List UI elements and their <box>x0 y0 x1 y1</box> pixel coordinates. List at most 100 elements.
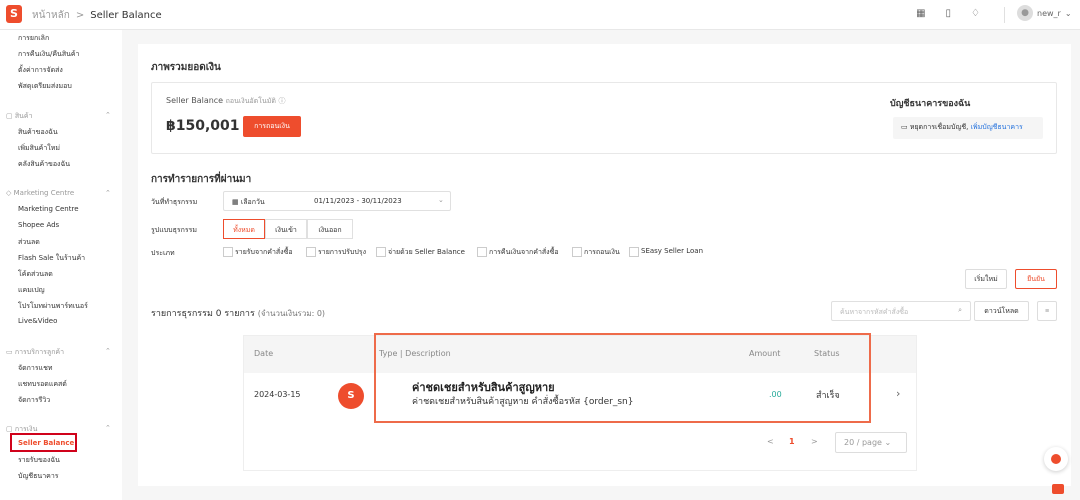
sidebar-item-seller-balance[interactable]: Seller Balance <box>10 433 77 452</box>
category-label: ประเภท <box>151 249 175 257</box>
type-in-tab[interactable]: เงินเข้า <box>265 219 307 239</box>
add-bank-link[interactable]: เพิ่มบัญชีธนาคาร <box>971 123 1023 131</box>
breadcrumb: หน้าหลัก > Seller Balance <box>32 8 162 23</box>
category-order-income[interactable]: รายรับจากคำสั่งซื้อ <box>223 247 293 258</box>
sidebar-item-marketing-centre[interactable]: Marketing Centre <box>18 205 79 213</box>
bank-account-chip: ▭ หยุดการเชื่อมบัญชี, เพิ่มบัญชีธนาคาร <box>893 117 1043 139</box>
tag-icon: ◇ <box>6 189 14 197</box>
chat-icon: ▭ <box>6 348 15 356</box>
chevron-down-icon: ⌄ <box>438 196 444 204</box>
balance-amount: ฿150,001 <box>166 118 240 134</box>
search-placeholder: ค้นหาจากรหัสคำสั่งซื้อ <box>840 308 909 316</box>
book-icon[interactable]: ▯ <box>946 8 952 19</box>
summary-sub: (จำนวนเงินรวม: 0) <box>257 309 326 318</box>
breadcrumb-home[interactable]: หน้าหลัก <box>32 10 70 21</box>
sidebar-head-label: การเงิน <box>14 425 38 433</box>
transaction-summary: รายการธุรกรรม 0 รายการ (จำนวนเงินรวม: 0) <box>151 306 325 320</box>
reset-button[interactable]: เริ่มใหม่ <box>965 269 1007 289</box>
breadcrumb-separator: > <box>75 10 85 21</box>
chevron-up-icon[interactable]: ⌃ <box>105 189 111 197</box>
chevron-down-icon: ⌄ <box>884 438 892 447</box>
sidebar-item-campaign[interactable]: แคมเปญ <box>18 285 45 296</box>
apply-button[interactable]: ยืนยัน <box>1015 269 1057 289</box>
date-range-value: 01/11/2023 - 30/11/2023 <box>314 197 402 205</box>
top-divider <box>1004 7 1005 23</box>
sidebar-item-shipping[interactable]: ตั้งค่าการจัดส่ง <box>18 65 63 76</box>
search-input[interactable]: ค้นหาจากรหัสคำสั่งซื้อ ⌕ <box>831 301 971 321</box>
bank-text: หยุดการเชื่อมบัญชี, <box>909 123 969 131</box>
sidebar-item-my-products[interactable]: สินค้าของฉัน <box>18 127 58 138</box>
chevron-up-icon[interactable]: ⌃ <box>105 424 111 432</box>
sidebar-item-reviews[interactable]: จัดการรีวิว <box>18 395 50 406</box>
user-name: new_r <box>1037 8 1061 18</box>
recent-title: การทำรายการที่ผ่านมา <box>151 174 252 185</box>
sidebar-item-cancel[interactable]: การยกเลิก <box>18 33 49 44</box>
sidebar-item-partner[interactable]: โปรโมทผ่านพาร์ทเนอร์ <box>18 301 88 312</box>
search-icon[interactable]: ⌕ <box>958 306 962 315</box>
balance-label-text: Seller Balance <box>166 96 224 105</box>
sidebar-item-flash-sale[interactable]: Flash Sale ในร้านค้า <box>18 253 85 264</box>
highlight-box <box>374 333 871 423</box>
avatar-icon: ● <box>1017 5 1033 21</box>
box-icon: ▢ <box>6 112 15 120</box>
page-size-select[interactable]: 20 / page ⌄ <box>835 432 907 453</box>
chevron-up-icon[interactable]: ⌃ <box>105 347 111 355</box>
chevron-right-icon[interactable]: › <box>896 387 900 400</box>
chat-float-icon[interactable] <box>1052 484 1064 494</box>
balance-label: Seller Balance ถอนเงินอัตโนมัติ ⓘ <box>166 96 285 107</box>
sidebar-head-service[interactable]: ▭ การบริการลูกค้า <box>6 347 64 358</box>
sidebar-item-shopee-ads[interactable]: Shopee Ads <box>18 221 59 229</box>
col-date: Date <box>254 349 274 358</box>
type-all-tab[interactable]: ทั้งหมด <box>223 219 265 239</box>
sidebar-item-add-product[interactable]: เพิ่มสินค้าใหม่ <box>18 143 60 154</box>
shopee-logo-icon[interactable]: S <box>6 5 22 23</box>
sidebar-head-label: การบริการลูกค้า <box>14 348 65 356</box>
summary-text: รายการธุรกรรม 0 รายการ <box>151 309 255 319</box>
sidebar-item-chat[interactable]: จัดการแชท <box>18 363 52 374</box>
type-label: รูปแบบธุรกรรม <box>151 226 198 234</box>
wallet-icon: ▢ <box>6 425 15 433</box>
category-withdraw[interactable]: การถอนเงิน <box>572 247 620 258</box>
withdraw-button[interactable]: การถอนเงิน <box>243 116 301 137</box>
bank-title: บัญชีธนาคารของฉัน <box>890 99 971 109</box>
shopee-bag-icon: S <box>338 383 364 409</box>
download-button[interactable]: ดาวน์โหลด <box>974 301 1029 321</box>
category-adjustment[interactable]: รายการปรับปรุง <box>306 247 366 258</box>
sidebar-item-parcel[interactable]: พัสดุเตรียมส่งมอบ <box>18 81 72 92</box>
sidebar-item-voucher[interactable]: โค้ดส่วนลด <box>18 269 53 280</box>
sidebar-item-bank-account[interactable]: บัญชีธนาคาร <box>18 471 59 482</box>
type-out-tab[interactable]: เงินออก <box>307 219 353 239</box>
pager-next[interactable]: > <box>811 437 818 446</box>
sidebar-item-live-video[interactable]: Live&Video <box>18 317 57 325</box>
apps-grid-icon[interactable]: ▦ <box>916 8 925 19</box>
sidebar-item-refund[interactable]: การคืนเงิน/คืนสินค้า <box>18 49 80 60</box>
sidebar-head-label: Marketing Centre <box>13 189 75 197</box>
info-icon[interactable]: ⓘ <box>278 97 285 105</box>
category-order-refund[interactable]: การคืนเงินจากคำสั่งซื้อ <box>477 247 559 258</box>
calendar-icon: ▦ <box>232 198 241 206</box>
sidebar-item-broadcast[interactable]: แชทบรอดแคสต์ <box>18 379 67 390</box>
breadcrumb-current: Seller Balance <box>90 10 162 21</box>
sidebar-item-income[interactable]: รายรับของฉัน <box>18 455 60 466</box>
pager-current[interactable]: 1 <box>789 437 795 446</box>
chevron-up-icon[interactable]: ⌃ <box>105 111 111 119</box>
date-pick: ▦ เลือกวัน <box>232 197 265 208</box>
assistant-bubble-icon[interactable] <box>1044 447 1068 471</box>
sidebar-item-inventory[interactable]: คลังสินค้าของฉัน <box>18 159 70 170</box>
sidebar-item-discount[interactable]: ส่วนลด <box>18 237 40 248</box>
sidebar-head-products[interactable]: ▢ สินค้า <box>6 111 33 122</box>
date-range-picker[interactable]: ▦ เลือกวัน 01/11/2023 - 30/11/2023 ⌄ <box>223 191 451 211</box>
category-seasy-loan[interactable]: SEasy Seller Loan <box>629 247 703 257</box>
user-menu[interactable]: ● new_r ⌄ <box>1017 5 1072 21</box>
card-icon: ▭ <box>901 123 910 131</box>
pager-prev[interactable]: < <box>767 437 774 446</box>
top-bar: S หน้าหลัก > Seller Balance ▦ ▯ ♢ ● new_r … <box>0 0 1080 30</box>
date-pick-label: เลือกวัน <box>240 198 265 206</box>
bell-icon[interactable]: ♢ <box>971 8 980 19</box>
chevron-down-icon: ⌄ <box>1064 8 1072 18</box>
category-pay-balance[interactable]: จ่ายด้วย Seller Balance <box>376 247 465 258</box>
page-size-value: 20 / page <box>844 438 882 447</box>
sidebar-head-marketing[interactable]: ◇ Marketing Centre <box>6 189 74 197</box>
list-menu-icon[interactable]: ≡ <box>1037 301 1057 321</box>
top-icons: ▦ ▯ ♢ <box>916 8 980 19</box>
